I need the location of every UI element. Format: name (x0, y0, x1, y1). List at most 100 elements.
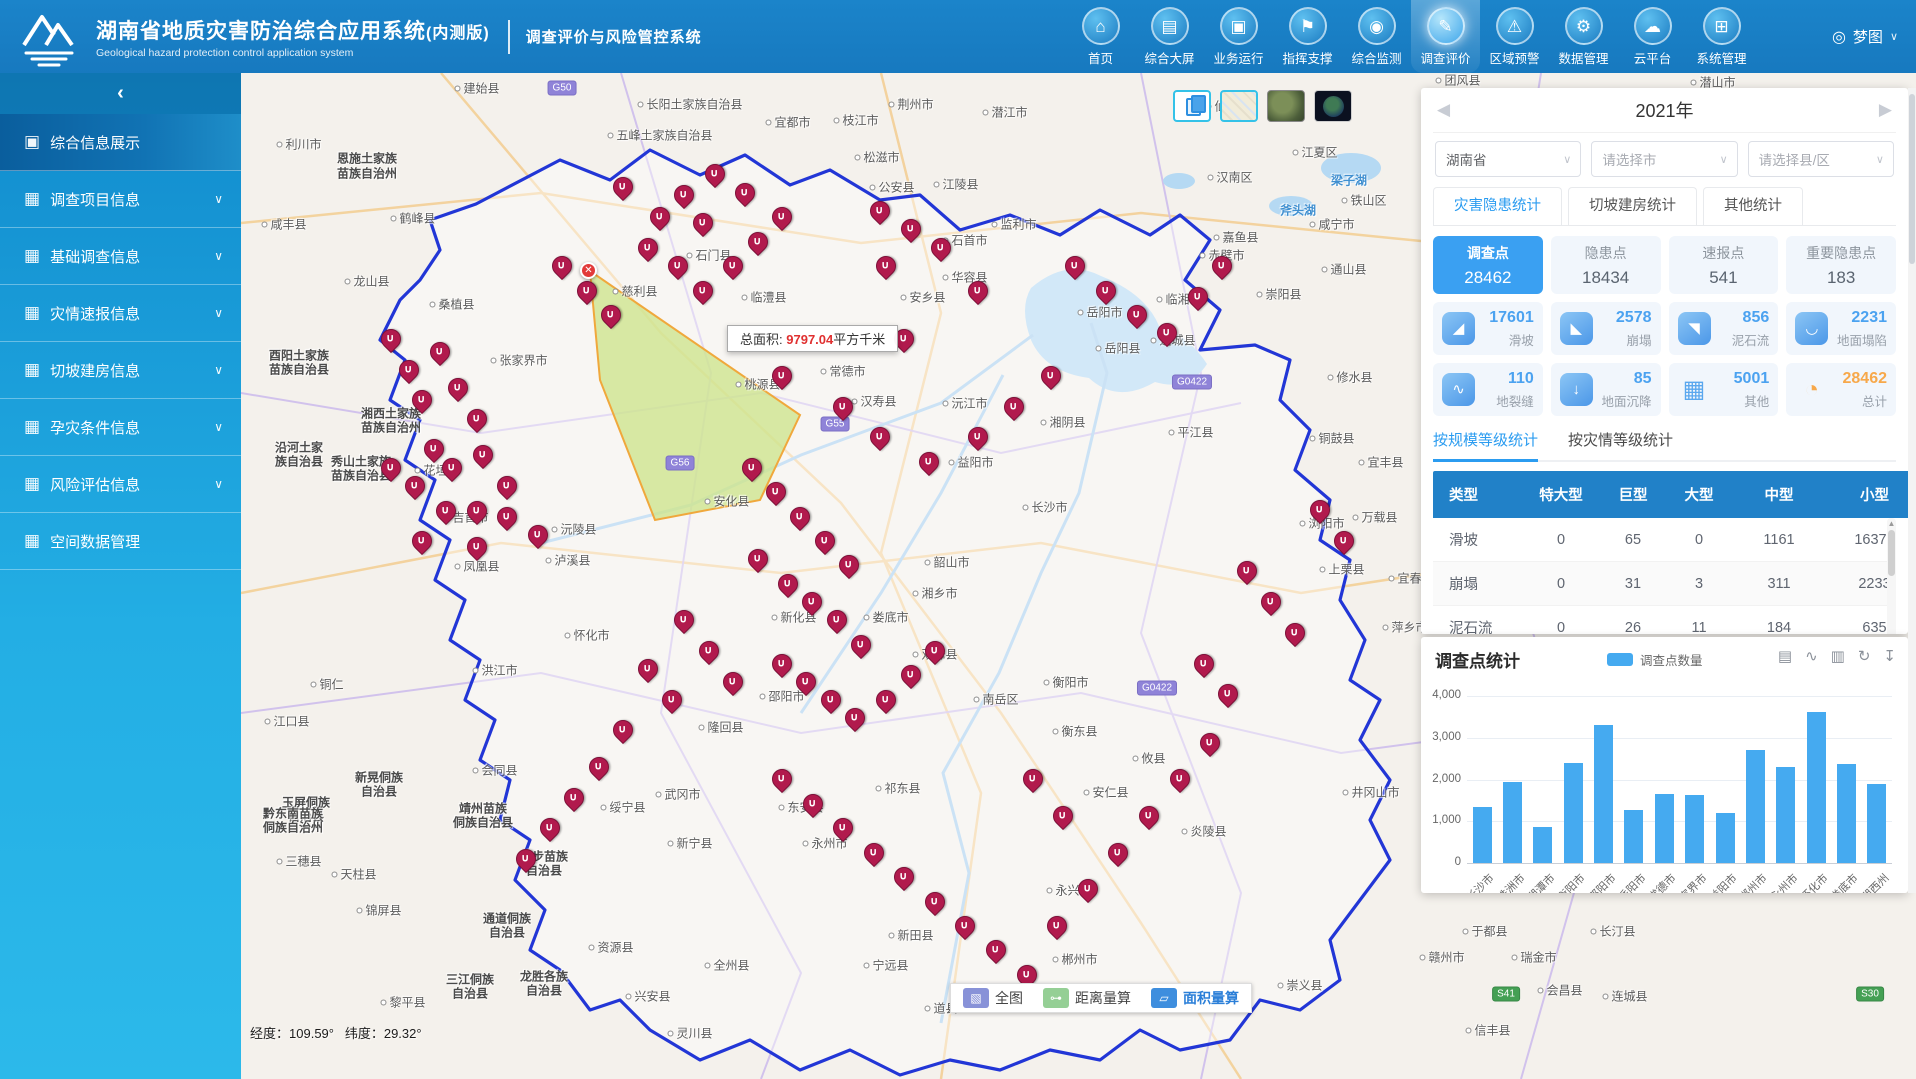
map-place-label: 自治县 (489, 924, 525, 941)
hazard-value: 17601 (1489, 309, 1534, 327)
chevron-down-icon: ∨ (214, 363, 223, 377)
sidebar-item-切坡建房信息[interactable]: ▦切坡建房信息∨ (0, 342, 241, 399)
header-divider (508, 20, 510, 54)
map-place-label: 岳阳市 (1077, 304, 1122, 321)
monitor-icon: ◉ (1358, 7, 1396, 45)
nav-指挥支撑[interactable]: ⚑指挥支撑 (1273, 0, 1342, 73)
bar-常德市[interactable] (1655, 794, 1674, 863)
bar-衡阳市[interactable] (1564, 763, 1583, 863)
map-place-label: 公安县 (869, 179, 914, 196)
layers-button[interactable] (1173, 90, 1211, 122)
bar-株洲市[interactable] (1503, 782, 1522, 863)
bar-张家界市[interactable] (1685, 795, 1704, 863)
region-select[interactable]: 请选择县/区∨ (1748, 141, 1894, 177)
sidebar-item-灾情速报信息[interactable]: ▦灾情速报信息∨ (0, 285, 241, 342)
map-place-label: 南岳区 (973, 691, 1018, 708)
user-block[interactable]: ◎ 梦图 ∨ (1832, 0, 1898, 73)
dark-basemap-thumb[interactable] (1314, 90, 1352, 122)
nav-首页[interactable]: ⌂首页 (1066, 0, 1135, 73)
measure-close-icon[interactable]: ✕ (580, 262, 597, 279)
menu-grid-icon: ▦ (24, 474, 40, 494)
hazard-card-地面塌陷: ◡2231地面塌陷 (1786, 302, 1896, 355)
bar-娄底市[interactable] (1837, 764, 1856, 863)
map-place-label: 建始县 (454, 80, 499, 97)
summary-card-重要隐患点[interactable]: 重要隐患点183 (1786, 236, 1896, 294)
menu-grid-icon: ▣ (24, 132, 40, 152)
summary-card-速报点[interactable]: 速报点541 (1669, 236, 1779, 294)
nav-云平台[interactable]: ☁云平台 (1618, 0, 1687, 73)
subtab-按规模等级统计[interactable]: 按规模等级统计 (1433, 429, 1538, 462)
sidebar-item-风险评估信息[interactable]: ▦风险评估信息∨ (0, 456, 241, 513)
summary-value: 183 (1827, 268, 1855, 288)
tab-其他统计[interactable]: 其他统计 (1703, 187, 1803, 225)
map-place-label: 侗族自治县 (453, 814, 513, 831)
chevron-down-icon: ∨ (214, 306, 223, 320)
nav-综合监测[interactable]: ◉综合监测 (1342, 0, 1411, 73)
map-place-label: 资源县 (588, 939, 633, 956)
y-axis-tick: 1,000 (1423, 814, 1461, 826)
map-tool-全图[interactable]: ▧全图 (963, 988, 1023, 1008)
region-select[interactable]: 湖南省∨ (1435, 141, 1581, 177)
x-axis-label: 郴州市 (1736, 870, 1771, 893)
bar-湘西州[interactable] (1867, 784, 1886, 863)
summary-card-调查点[interactable]: 调查点28462 (1433, 236, 1543, 294)
map-place-label: 铜鼓县 (1309, 430, 1354, 447)
nav-数据管理[interactable]: ⚙数据管理 (1549, 0, 1618, 73)
nav-业务运行[interactable]: ▣业务运行 (1204, 0, 1273, 73)
bar-郴州市[interactable] (1746, 750, 1765, 863)
sidebar-item-综合信息展示[interactable]: ▣综合信息展示 (0, 114, 241, 171)
chevron-down-icon: ∨ (1890, 30, 1898, 43)
command-icon: ⚑ (1289, 7, 1327, 45)
next-year-arrow-icon[interactable]: ▶ (1875, 100, 1896, 120)
prev-year-arrow-icon[interactable]: ◀ (1433, 100, 1454, 120)
select-value: 请选择县/区 (1759, 149, 1830, 169)
panel-scrollbar[interactable] (1908, 88, 1916, 893)
sidebar-item-孕灾条件信息[interactable]: ▦孕灾条件信息∨ (0, 399, 241, 456)
map-place-label: 宜都市 (765, 114, 810, 131)
panel-scrollbar-thumb (1909, 94, 1915, 264)
hazard-card-其他: ▦5001其他 (1669, 363, 1779, 416)
bar-怀化市[interactable] (1807, 712, 1826, 863)
map-place-label: 上栗县 (1319, 561, 1364, 578)
scroll-up-icon[interactable]: ▲ (1887, 519, 1896, 528)
bar-邵阳市[interactable] (1594, 725, 1613, 863)
subtab-按灾情等级统计[interactable]: 按灾情等级统计 (1568, 429, 1673, 462)
tab-灾害隐患统计[interactable]: 灾害隐患统计 (1433, 187, 1562, 225)
bar-长沙市[interactable] (1473, 807, 1492, 863)
map-place-label: 灵川县 (667, 1025, 712, 1042)
cloud-icon: ☁ (1634, 7, 1672, 45)
map-place-label: 苗族自治州 (361, 419, 421, 436)
map-place-label: 全州县 (704, 957, 749, 974)
map-tool-面积量算[interactable]: ▱面积量算 (1151, 988, 1239, 1008)
table-scrollbar[interactable]: ▲ ▼ (1887, 518, 1896, 634)
nav-系统管理[interactable]: ⊞系统管理 (1687, 0, 1756, 73)
map-place-label: 祁东县 (875, 780, 920, 797)
summary-card-隐患点[interactable]: 隐患点18434 (1551, 236, 1661, 294)
sidebar-item-调查项目信息[interactable]: ▦调查项目信息∨ (0, 171, 241, 228)
app-header: 湖南省地质灾害防治综合应用系统(内测版) Geological hazard p… (0, 0, 1916, 73)
nav-区域预警[interactable]: ⚠区域预警 (1480, 0, 1549, 73)
year-selector: ◀ 2021年 ▶ (1433, 88, 1896, 133)
map-place-label: 郴州市 (1052, 951, 1097, 968)
sidebar-item-空间数据管理[interactable]: ▦空间数据管理 (0, 513, 241, 570)
tab-切坡建房统计[interactable]: 切坡建房统计 (1568, 187, 1697, 225)
map-place-label: 武冈市 (655, 786, 700, 803)
bar-岳阳市[interactable] (1624, 810, 1643, 863)
sidebar-item-基础调查信息[interactable]: ▦基础调查信息∨ (0, 228, 241, 285)
street-basemap-thumb[interactable] (1220, 90, 1258, 122)
region-select[interactable]: 请选择市∨ (1591, 141, 1737, 177)
map-tool-距离量算[interactable]: ⊶距离量算 (1043, 988, 1131, 1008)
bar-益阳市[interactable] (1716, 813, 1735, 863)
map-place-label: 自治县 (361, 783, 397, 800)
other-icon: ▦ (1678, 373, 1711, 406)
select-value: 湖南省 (1446, 149, 1487, 169)
map-place-label: 铁山区 (1341, 192, 1386, 209)
nav-综合大屏[interactable]: ▤综合大屏 (1135, 0, 1204, 73)
bar-永州市[interactable] (1776, 767, 1795, 863)
sidebar-collapse-button[interactable]: ‹ (0, 73, 241, 114)
longitude-value: 109.59° (289, 1026, 334, 1041)
bar-湘潭市[interactable] (1533, 827, 1552, 863)
satellite-basemap-thumb[interactable] (1267, 90, 1305, 122)
nav-调查评价[interactable]: ✎调查评价 (1411, 0, 1480, 73)
table-header-小型: 小型 (1826, 471, 1908, 518)
